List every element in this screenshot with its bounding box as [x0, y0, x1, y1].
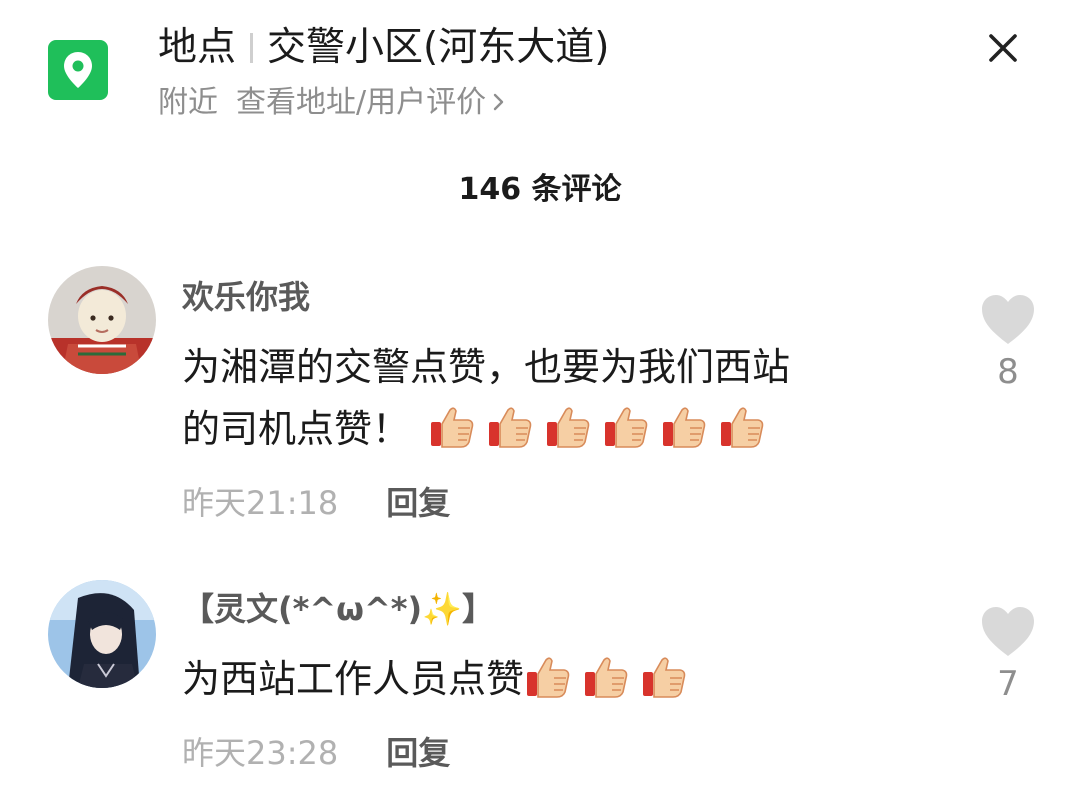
comment-time: 昨天23:28	[182, 734, 339, 772]
thumbs-up-emoji	[660, 402, 708, 450]
location-subtitle: 附近 查看地址/用户评价	[158, 80, 506, 126]
comment-time: 昨天21:18	[182, 484, 339, 522]
comment-text-line: 为湘潭的交警点赞，也要为我们西站	[182, 345, 791, 389]
like-button[interactable]: 7	[978, 606, 1038, 706]
thumbs-up-emoji	[582, 652, 630, 700]
like-count: 8	[997, 352, 1019, 392]
comment-username[interactable]: 【灵文(*^ω^*)✨】	[182, 586, 494, 632]
reply-button[interactable]: 回复	[386, 484, 450, 522]
thumbs-up-emoji	[602, 402, 650, 450]
like-button[interactable]: 8	[978, 294, 1038, 394]
view-address-link-label: 查看地址/用户评价	[236, 85, 487, 120]
view-address-link[interactable]: 查看地址/用户评价	[236, 85, 506, 120]
nearby-label: 附近	[158, 85, 218, 120]
location-prefix: 地点	[158, 25, 237, 70]
chevron-right-icon	[493, 93, 504, 111]
avatar[interactable]	[48, 266, 156, 374]
comment-meta: 昨天23:28 回复	[182, 730, 450, 776]
comment-username[interactable]: 欢乐你我	[182, 274, 310, 320]
thumbs-up-emoji-row	[428, 407, 776, 451]
comment-text-part: 为西站工作人员点赞	[182, 657, 525, 701]
thumbs-up-emoji	[428, 402, 476, 450]
like-count: 7	[997, 664, 1019, 704]
close-icon[interactable]	[985, 30, 1021, 66]
title-divider	[250, 33, 254, 63]
comment-text-line: 为西站工作人员点赞	[182, 648, 922, 710]
location-header: 地点 交警小区(河东大道) 附近 查看地址/用户评价	[0, 0, 1080, 140]
thumbs-up-emoji	[486, 402, 534, 450]
comment-text: 为湘潭的交警点赞，也要为我们西站 的司机点赞！	[182, 336, 922, 460]
location-title: 地点 交警小区(河东大道)	[158, 20, 609, 76]
reply-button[interactable]: 回复	[386, 734, 450, 772]
comment-count: 146 条评论	[458, 172, 622, 207]
comment-text-line: 的司机点赞！	[182, 398, 922, 460]
comment-meta: 昨天21:18 回复	[182, 480, 450, 526]
place-name: 交警小区(河东大道)	[267, 25, 610, 70]
location-pin-icon	[48, 40, 108, 100]
thumbs-up-emoji-row	[524, 657, 698, 701]
comment-text: 为西站工作人员点赞	[182, 648, 922, 710]
thumbs-up-emoji	[718, 402, 766, 450]
avatar[interactable]	[48, 580, 156, 688]
thumbs-up-emoji	[544, 402, 592, 450]
thumbs-up-emoji	[524, 652, 572, 700]
heart-icon	[982, 295, 1034, 344]
thumbs-up-emoji	[640, 652, 688, 700]
comment-text-part: 的司机点赞！	[182, 407, 411, 451]
heart-icon	[982, 607, 1034, 656]
